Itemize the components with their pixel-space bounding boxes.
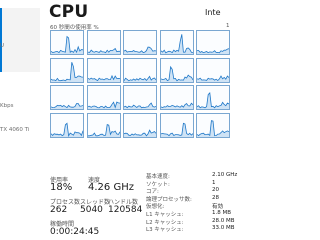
- processor-usage-sparkline: [197, 48, 229, 54]
- processor-usage-sparkline: [160, 65, 193, 82]
- processor-usage-sparkline: [124, 128, 156, 137]
- handles-value: 120584: [108, 205, 143, 215]
- processor-graph: [86, 57, 121, 83]
- processor-graph: [159, 112, 194, 138]
- uptime-value: 0:00:24:45: [50, 227, 100, 237]
- processor-usage-sparkline: [160, 102, 193, 109]
- processes-value: 262: [50, 205, 68, 215]
- processor-graph: [50, 112, 84, 138]
- sidebar-selected-indicator: [0, 8, 2, 72]
- processor-usage-sparkline: [51, 122, 83, 137]
- processor-usage-sparkline: [197, 92, 229, 109]
- spec-value: 28: [212, 194, 219, 201]
- processor-usage-sparkline: [197, 119, 229, 137]
- processor-graph: [196, 112, 230, 138]
- sidebar-selected-item-bg[interactable]: [0, 8, 40, 72]
- processor-usage-sparkline: [87, 101, 120, 109]
- processor-graph: [50, 30, 84, 55]
- processor-graph: [86, 85, 121, 110]
- processor-usage-sparkline: [87, 47, 120, 54]
- sidebar: U Kbps TX 4060 Ti: [0, 0, 40, 240]
- sidebar-item-cpu-label[interactable]: U: [0, 43, 4, 49]
- usage-value: 18%: [50, 182, 73, 193]
- page-title: CPU: [49, 2, 89, 22]
- spec-value: 1: [212, 179, 216, 186]
- processor-graph: [159, 85, 194, 110]
- speed-value: 4.26 GHz: [88, 182, 134, 193]
- processor-usage-sparkline: [124, 102, 156, 109]
- spec-value: 20: [212, 187, 219, 194]
- processor-graph: [196, 30, 230, 55]
- processor-graph: [159, 57, 194, 83]
- graph-max-label: 1: [226, 23, 230, 29]
- processor-usage-sparkline: [87, 74, 120, 82]
- processor-usage-sparkline: [197, 74, 229, 82]
- processor-usage-sparkline: [51, 103, 83, 109]
- sparkline-area: [160, 66, 193, 82]
- processor-usage-sparkline: [51, 35, 83, 54]
- processor-usage-sparkline: [51, 61, 83, 82]
- processor-graph: [123, 30, 157, 55]
- processor-graph: [86, 30, 121, 55]
- processor-graph: [196, 85, 230, 110]
- spec-value: 2.10 GHz: [212, 172, 238, 178]
- spec-value: 28.0 MB: [212, 217, 235, 224]
- processor-usage-sparkline: [124, 75, 156, 82]
- processor-usage-sparkline: [160, 34, 193, 54]
- spec-value: 1.8 MB: [212, 210, 232, 216]
- sparkline-area: [51, 103, 83, 109]
- sidebar-item-ethernet-label[interactable]: Kbps: [0, 103, 13, 109]
- processor-graph: [86, 112, 121, 138]
- processor-graph: [196, 57, 230, 83]
- processor-graph: [159, 30, 194, 55]
- spec-value: 33.0 MB: [212, 225, 235, 232]
- processor-graph: [50, 57, 84, 83]
- processor-graph: [50, 85, 84, 110]
- threads-value: 5040: [80, 205, 103, 215]
- sparkline-area: [160, 34, 193, 54]
- sparkline-line: [160, 122, 193, 136]
- spec-key: L3 キャッシュ:: [146, 227, 184, 234]
- processor-usage-sparkline: [87, 123, 120, 137]
- sparkline-area: [124, 129, 156, 137]
- sidebar-item-gpu-label[interactable]: TX 4060 Ti: [0, 127, 29, 133]
- logical-processor-graphs[interactable]: [50, 30, 240, 145]
- processor-usage-sparkline: [124, 46, 156, 54]
- processor-graph: [123, 57, 157, 83]
- processor-graph: [123, 85, 157, 110]
- processor-graph: [123, 112, 157, 138]
- cpu-model-name: Inte: [205, 8, 221, 17]
- processor-usage-sparkline: [160, 122, 193, 137]
